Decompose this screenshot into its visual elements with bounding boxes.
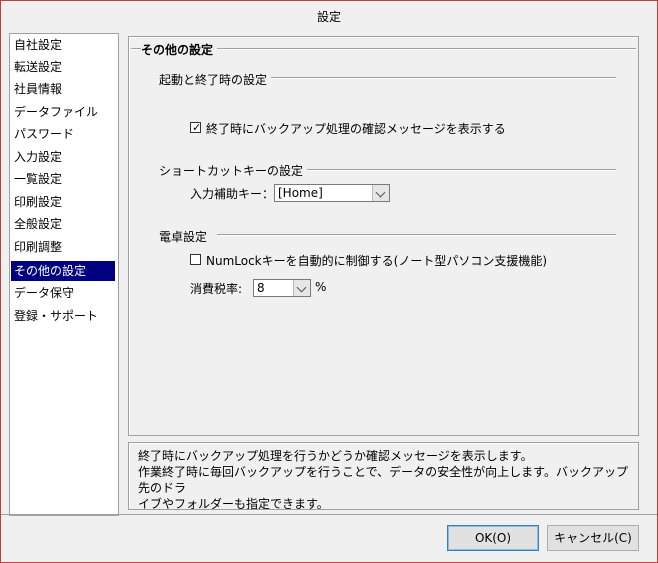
sidebar-item-list[interactable]: 一覧設定 xyxy=(11,169,115,189)
sidebar-item-maintenance[interactable]: データ保守 xyxy=(11,283,115,303)
dropdown-button[interactable] xyxy=(293,280,310,296)
settings-window: 設定 自社設定 転送設定 社員情報 データファイル パスワード 入力設定 一覧設… xyxy=(0,0,658,563)
input-assist-value: [Home] xyxy=(278,186,323,200)
sidebar-item-general[interactable]: 全般設定 xyxy=(11,214,115,234)
description-line: イブやフォルダーも指定できます。 xyxy=(138,497,329,511)
calculator-divider xyxy=(217,234,616,236)
sidebar-item-transfer[interactable]: 転送設定 xyxy=(11,57,115,77)
sidebar-item-data-file[interactable]: データファイル xyxy=(11,102,115,122)
numlock-checkbox[interactable] xyxy=(190,254,201,265)
startup-divider xyxy=(269,77,616,79)
cancel-button[interactable]: キャンセル(C) xyxy=(547,525,639,551)
description-text: 終了時にバックアップ処理を行うかどうか確認メッセージを表示します。 作業終了時に… xyxy=(138,448,630,512)
shortcut-divider xyxy=(289,169,616,171)
sidebar-item-input[interactable]: 入力設定 xyxy=(11,147,115,167)
input-assist-select[interactable]: [Home] xyxy=(274,184,390,202)
chevron-down-icon xyxy=(296,282,307,293)
tax-rate-select[interactable]: 8 xyxy=(253,279,311,297)
sidebar-item-print[interactable]: 印刷設定 xyxy=(11,192,115,212)
shortcut-section-title: ショートカットキーの設定 xyxy=(159,162,308,179)
tax-rate-unit: % xyxy=(315,280,327,294)
ok-button[interactable]: OK(O) xyxy=(447,525,539,551)
dropdown-button[interactable] xyxy=(372,185,389,201)
backup-confirm-label[interactable]: 終了時にバックアップ処理の確認メッセージを表示する xyxy=(206,120,506,137)
chevron-down-icon xyxy=(375,187,386,198)
footer-divider xyxy=(1,514,657,515)
sidebar-item-employee[interactable]: 社員情報 xyxy=(11,79,115,99)
sidebar-item-password[interactable]: パスワード xyxy=(11,124,115,144)
description-panel: 終了時にバックアップ処理を行うかどうか確認メッセージを表示します。 作業終了時に… xyxy=(128,442,639,512)
sidebar-item-support[interactable]: 登録・サポート xyxy=(11,306,115,326)
window-title: 設定 xyxy=(1,1,657,33)
startup-section-title: 起動と終了時の設定 xyxy=(159,71,272,88)
sidebar-item-print-adjust[interactable]: 印刷調整 xyxy=(11,237,115,257)
group-title: その他の設定 xyxy=(141,41,218,58)
settings-sidebar: 自社設定 転送設定 社員情報 データファイル パスワード 入力設定 一覧設定 印… xyxy=(9,33,119,516)
sidebar-item-company[interactable]: 自社設定 xyxy=(11,35,115,55)
other-settings-group: その他の設定 起動と終了時の設定 ✓ 終了時にバックアップ処理の確認メッセージを… xyxy=(128,36,639,436)
calculator-section-title: 電卓設定 xyxy=(159,228,212,245)
description-line: 終了時にバックアップ処理を行うかどうか確認メッセージを表示します。 xyxy=(138,449,533,463)
tax-rate-label: 消費税率: xyxy=(190,282,243,296)
backup-confirm-checkbox[interactable]: ✓ xyxy=(190,121,202,134)
input-assist-label: 入力補助キー： xyxy=(190,187,275,201)
tax-rate-value: 8 xyxy=(257,281,265,295)
description-line: 作業終了時に毎回バックアップを行うことで、データの安全性が向上します。バックアッ… xyxy=(138,465,628,495)
numlock-label[interactable]: NumLockキーを自動的に制御する(ノート型パソコン支援機能) xyxy=(206,252,547,269)
sidebar-item-other[interactable]: その他の設定 xyxy=(11,261,115,281)
checkmark-icon: ✓ xyxy=(192,121,202,134)
